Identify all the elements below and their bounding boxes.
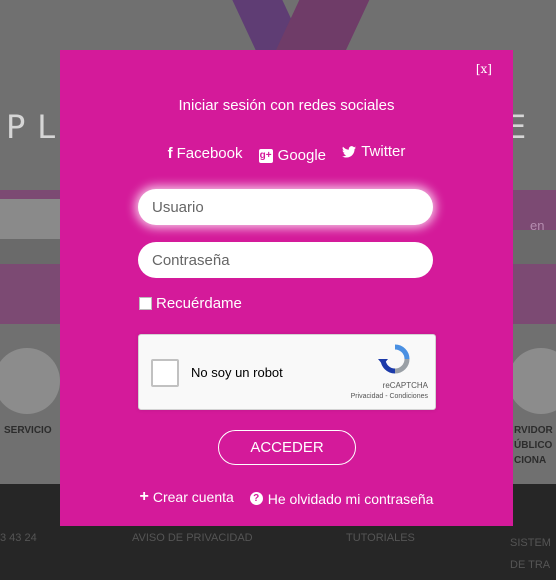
google-plus-icon: g+	[258, 148, 273, 163]
question-circle-icon: ?	[249, 492, 263, 505]
google-login-link[interactable]: g+ Google	[258, 147, 327, 164]
checkbox-box[interactable]	[139, 297, 152, 310]
background-band-text: en	[530, 218, 545, 233]
password-input[interactable]	[138, 242, 433, 278]
google-label: Google	[277, 147, 327, 164]
background-search-field	[0, 199, 62, 239]
login-submit-button[interactable]: ACCEDER	[218, 430, 356, 465]
create-account-link[interactable]: + Crear cuenta	[140, 488, 234, 506]
remember-me-label: Recuérdame	[156, 295, 242, 312]
facebook-label: Facebook	[176, 144, 243, 162]
plus-icon: +	[139, 488, 149, 505]
social-login-row: f Facebook g+ Google Twitter	[60, 143, 513, 164]
recaptcha-widget: No soy un robot reCAPTCHA Privacidad - C…	[138, 334, 436, 410]
recaptcha-checkbox[interactable]	[151, 359, 179, 387]
modal-title: Iniciar sesión con redes sociales	[178, 97, 395, 114]
account-links: + Crear cuenta ? He olvidado mi contrase…	[60, 488, 513, 507]
facebook-icon: f	[167, 144, 173, 162]
forgot-password-link[interactable]: ? He olvidado mi contraseña	[249, 490, 434, 507]
create-account-label: Crear cuenta	[152, 489, 234, 505]
service-label: RVIDOR ÚBLICO CIONA	[514, 423, 553, 468]
recaptcha-logo-icon	[378, 344, 410, 374]
facebook-login-link[interactable]: f Facebook	[168, 145, 243, 162]
service-label: SERVICIO	[4, 425, 52, 436]
footer-privacy-link: AVISO DE PRIVACIDAD	[132, 532, 253, 544]
footer-system-link: SISTEM DE TRA	[510, 532, 551, 576]
username-input[interactable]	[138, 189, 433, 225]
footer-system-line: DE TRA	[510, 559, 551, 571]
recaptcha-terms-link[interactable]: Privacidad - Condiciones	[351, 393, 428, 400]
remember-me-checkbox[interactable]: Recuérdame	[139, 295, 242, 312]
forgot-password-label: He olvidado mi contraseña	[267, 490, 434, 507]
twitter-login-link[interactable]: Twitter	[342, 143, 405, 160]
recaptcha-label: No soy un robot	[191, 365, 283, 380]
twitter-icon	[342, 145, 357, 158]
footer-system-line: SISTEM	[510, 537, 551, 549]
service-label-line: RVIDOR	[514, 425, 553, 436]
login-modal: [x] Iniciar sesión con redes sociales f …	[60, 50, 513, 526]
twitter-label: Twitter	[361, 143, 406, 160]
service-label-line: ÚBLICO	[514, 440, 553, 451]
recaptcha-brand: reCAPTCHA	[382, 381, 428, 390]
footer-tutorials-link: TUTORIALES	[346, 532, 415, 544]
service-label-line: CIONA	[514, 455, 547, 466]
footer-phone: 3 43 24	[0, 532, 37, 544]
close-button[interactable]: [x]	[476, 62, 492, 76]
